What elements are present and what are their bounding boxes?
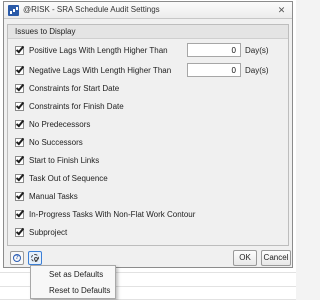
no-successors-checkbox[interactable] [15,136,25,147]
option-label: Subproject [29,228,68,237]
option-start-to-finish: Start to Finish Links [15,154,285,167]
menu-item-label: Reset to Defaults [49,286,111,295]
no-predecessors-checkbox[interactable] [15,118,25,129]
option-no-predecessors: No Predecessors [15,118,285,131]
cancel-button[interactable]: Cancel [261,250,291,266]
option-subproject: Subproject [15,226,285,239]
option-label: Positive Lags With Length Higher Than [29,46,168,55]
option-in-progress-tasks: In-Progress Tasks With Non-Flat Work Con… [15,208,285,221]
menu-item-reset-to-defaults[interactable]: Reset to Defaults [31,283,115,298]
option-label: Manual Tasks [29,192,78,201]
negative-lags-input[interactable] [187,63,241,77]
section-header: Issues to Display [8,25,288,39]
risk-chart-icon [8,5,19,16]
settings-dialog: @RISK - SRA Schedule Audit Settings ✕ Is… [3,1,293,268]
constraints-start-checkbox[interactable] [15,82,25,93]
issues-section: Issues to Display Positive Lags With Len… [7,24,289,246]
option-label: In-Progress Tasks With Non-Flat Work Con… [29,210,196,219]
option-positive-lags: Positive Lags With Length Higher Than Da… [15,43,285,57]
close-icon[interactable]: ✕ [275,4,288,17]
option-label: No Successors [29,138,83,147]
settings-menu-button[interactable] [28,251,42,265]
negative-lags-checkbox[interactable] [15,64,25,75]
positive-lags-input[interactable] [187,43,241,57]
ok-button[interactable]: OK [233,250,257,266]
option-no-successors: No Successors [15,136,285,149]
manual-tasks-checkbox[interactable] [15,190,25,201]
option-label: Constraints for Finish Date [29,102,124,111]
out-of-sequence-checkbox[interactable] [15,172,25,183]
constraints-finish-checkbox[interactable] [15,100,25,111]
unit-label: Day(s) [245,46,269,55]
unit-label: Day(s) [245,66,269,75]
subproject-checkbox[interactable] [15,226,25,237]
window-title: @RISK - SRA Schedule Audit Settings [23,5,160,14]
gear-icon [31,254,39,262]
settings-dropdown-menu: Set as Defaults Reset to Defaults [30,265,116,299]
in-progress-tasks-checkbox[interactable] [15,208,25,219]
option-label: Start to Finish Links [29,156,100,165]
option-label: Constraints for Start Date [29,84,120,93]
option-label: Negative Lags With Length Higher Than [29,66,172,75]
help-button[interactable]: ? [10,251,24,265]
option-out-of-sequence: Task Out of Sequence [15,172,285,185]
start-to-finish-checkbox[interactable] [15,154,25,165]
option-constraints-finish: Constraints for Finish Date [15,100,285,113]
section-title: Issues to Display [15,27,76,36]
title-bar[interactable]: @RISK - SRA Schedule Audit Settings ✕ [4,2,292,19]
menu-item-label: Set as Defaults [49,270,104,279]
option-manual-tasks: Manual Tasks [15,190,285,203]
option-label: No Predecessors [29,120,91,129]
help-icon: ? [13,254,21,262]
positive-lags-checkbox[interactable] [15,44,25,55]
menu-item-set-as-defaults[interactable]: Set as Defaults [31,267,115,282]
option-label: Task Out of Sequence [29,174,108,183]
option-constraints-start: Constraints for Start Date [15,82,285,95]
option-negative-lags: Negative Lags With Length Higher Than Da… [15,63,285,77]
